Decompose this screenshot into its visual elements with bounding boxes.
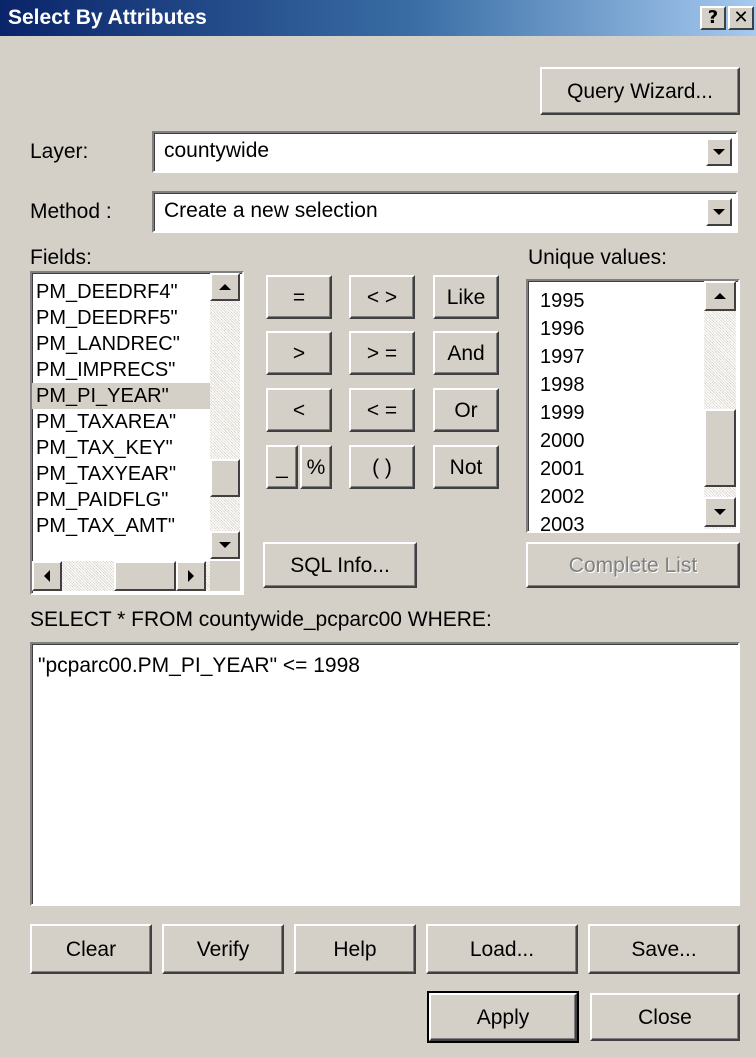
method-label: Method : xyxy=(30,200,112,223)
scroll-down-icon[interactable] xyxy=(704,497,736,527)
and-button[interactable]: And xyxy=(433,331,499,375)
expression-textarea[interactable]: "pcparc00.PM_PI_YEAR" <= 1998 xyxy=(30,642,740,906)
field-item[interactable]: PM_DEEDRF4" xyxy=(32,279,210,305)
apply-button[interactable]: Apply xyxy=(427,991,579,1043)
select-statement-label: SELECT * FROM countywide_pcparc00 WHERE: xyxy=(30,608,492,631)
unique-values-vscrollbar[interactable] xyxy=(704,281,736,529)
dialog-title: Select By Attributes xyxy=(8,6,207,29)
fields-vscrollbar[interactable] xyxy=(210,273,240,559)
percent-button[interactable]: % xyxy=(300,445,332,489)
fields-hscroll-thumb[interactable] xyxy=(114,561,176,591)
unique-values-items: 1995 1996 1997 1998 1999 2000 2001 2002 … xyxy=(536,287,704,531)
field-item[interactable]: PM_TAX_KEY" xyxy=(32,435,210,461)
unique-value-item[interactable]: 1997 xyxy=(536,343,704,371)
field-item[interactable]: PM_TAXYEAR" xyxy=(32,461,210,487)
parentheses-button[interactable]: ( ) xyxy=(349,445,415,489)
load-button[interactable]: Load... xyxy=(426,924,578,974)
field-item[interactable]: PM_TAX_AMT" xyxy=(32,513,210,539)
not-equals-button[interactable]: < > xyxy=(349,275,415,319)
fields-label: Fields: xyxy=(30,246,92,269)
sql-info-button[interactable]: SQL Info... xyxy=(263,542,417,588)
greater-than-button[interactable]: > xyxy=(266,331,332,375)
scroll-up-icon[interactable] xyxy=(210,273,240,301)
fields-items: PM_DEEDRF4" PM_DEEDRF5" PM_LANDREC" PM_I… xyxy=(32,279,210,539)
chevron-down-icon[interactable] xyxy=(706,138,732,166)
title-bar[interactable]: Select By Attributes ? ✕ xyxy=(0,0,756,36)
scroll-right-icon[interactable] xyxy=(176,561,206,591)
unique-value-item[interactable]: 2000 xyxy=(536,427,704,455)
expression-text: "pcparc00.PM_PI_YEAR" <= 1998 xyxy=(38,654,360,677)
field-item-selected[interactable]: PM_PI_YEAR" xyxy=(32,383,210,409)
unique-value-item[interactable]: 1998 xyxy=(536,371,704,399)
method-value: Create a new selection xyxy=(164,199,378,222)
like-button[interactable]: Like xyxy=(433,275,499,319)
fields-list[interactable]: PM_DEEDRF4" PM_DEEDRF5" PM_LANDREC" PM_I… xyxy=(30,271,244,595)
scroll-corner xyxy=(210,561,240,591)
unique-value-item[interactable]: 2001 xyxy=(536,455,704,483)
layer-label: Layer: xyxy=(30,140,89,163)
field-item[interactable]: PM_IMPRECS" xyxy=(32,357,210,383)
fields-vscroll-thumb[interactable] xyxy=(210,459,240,497)
scroll-left-icon[interactable] xyxy=(32,561,62,591)
unique-value-item[interactable]: 2002 xyxy=(536,483,704,511)
underscore-button[interactable]: _ xyxy=(266,445,298,489)
unique-value-item[interactable]: 1999 xyxy=(536,399,704,427)
field-item[interactable]: PM_DEEDRF5" xyxy=(32,305,210,331)
unique-values-label: Unique values: xyxy=(528,246,667,269)
close-icon[interactable]: ✕ xyxy=(728,6,754,30)
scroll-down-icon[interactable] xyxy=(210,531,240,559)
unique-values-list[interactable]: 1995 1996 1997 1998 1999 2000 2001 2002 … xyxy=(526,279,740,533)
not-button[interactable]: Not xyxy=(433,445,499,489)
less-equal-button[interactable]: < = xyxy=(349,388,415,432)
layer-combo[interactable]: countywide xyxy=(152,131,738,173)
complete-list-button[interactable]: Complete List xyxy=(526,542,740,588)
save-button[interactable]: Save... xyxy=(588,924,740,974)
greater-equal-button[interactable]: > = xyxy=(349,331,415,375)
unique-values-vscroll-thumb[interactable] xyxy=(704,409,736,487)
close-button[interactable]: Close xyxy=(590,993,740,1041)
equals-button[interactable]: = xyxy=(266,275,332,319)
unique-value-item[interactable]: 2003 xyxy=(536,511,704,531)
layer-value: countywide xyxy=(164,139,270,162)
method-combo[interactable]: Create a new selection xyxy=(152,191,738,233)
field-item[interactable]: PM_TAXAREA" xyxy=(32,409,210,435)
field-item[interactable]: PM_LANDREC" xyxy=(32,331,210,357)
chevron-down-icon[interactable] xyxy=(706,198,732,226)
help-button[interactable]: Help xyxy=(294,924,416,974)
query-wizard-button[interactable]: Query Wizard... xyxy=(540,67,740,115)
unique-value-item[interactable]: 1995 xyxy=(536,287,704,315)
clear-button[interactable]: Clear xyxy=(30,924,152,974)
help-icon[interactable]: ? xyxy=(700,6,726,30)
or-button[interactable]: Or xyxy=(433,388,499,432)
less-than-button[interactable]: < xyxy=(266,388,332,432)
unique-value-item[interactable]: 1996 xyxy=(536,315,704,343)
field-item[interactable]: PM_PAIDFLG" xyxy=(32,487,210,513)
scroll-up-icon[interactable] xyxy=(704,281,736,311)
verify-button[interactable]: Verify xyxy=(162,924,284,974)
